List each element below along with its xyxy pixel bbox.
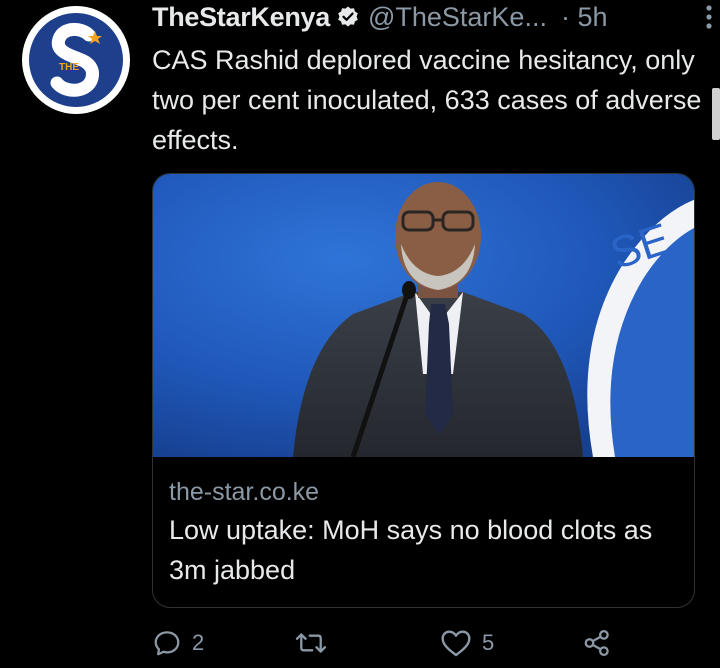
share-icon (584, 630, 609, 656)
reply-button[interactable]: 2 (152, 628, 204, 658)
card-body[interactable]: the-star.co.ke Low uptake: MoH says no b… (169, 474, 680, 590)
action-bar: 2 5 (152, 628, 622, 668)
card-image[interactable]: SE (153, 174, 694, 457)
verified-badge-icon (336, 5, 360, 29)
like-button[interactable]: 5 (440, 628, 494, 658)
like-icon (441, 630, 471, 657)
more-options-icon[interactable] (704, 2, 714, 32)
card-domain: the-star.co.ke (169, 478, 320, 506)
avatar[interactable]: THE (22, 6, 130, 114)
tweet-text: CAS Rashid deplored vaccine hesitancy, o… (152, 45, 702, 155)
link-card[interactable]: SE the-star.co.ke Low uptake: MoH says n… (152, 173, 695, 608)
card-title: Low uptake: MoH says no blood clots as 3… (169, 515, 653, 585)
share-button[interactable] (582, 628, 612, 658)
thestar-logo: THE (29, 13, 123, 107)
retweet-icon (295, 633, 327, 653)
handle[interactable]: @TheStarKe... (368, 2, 547, 33)
display-name[interactable]: TheStarKenya (152, 2, 330, 33)
reply-count: 2 (192, 630, 205, 655)
s-logo-icon (50, 23, 102, 97)
tweet-header: TheStarKenya @TheStarKe... · 5h (152, 0, 692, 34)
avatar-label: THE (59, 62, 79, 73)
like-count: 5 (482, 630, 495, 655)
scrollbar[interactable] (712, 88, 720, 140)
retweet-button[interactable] (294, 628, 338, 658)
reply-icon (154, 631, 180, 656)
timestamp[interactable]: · 5h (561, 2, 608, 33)
